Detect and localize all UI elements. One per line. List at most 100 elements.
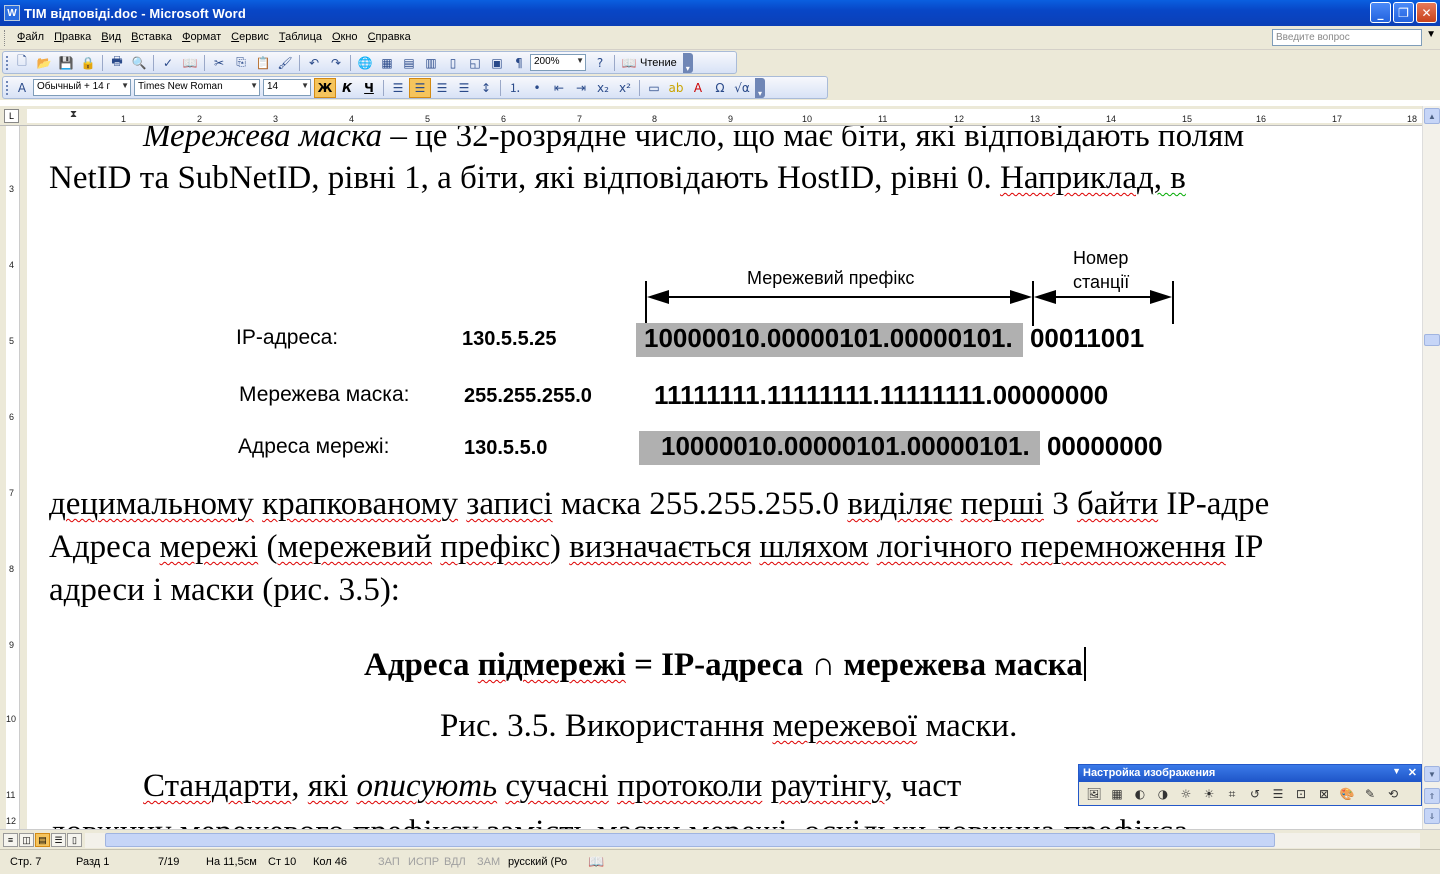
styles-pane-icon[interactable]: A [11, 78, 33, 98]
line-style-icon[interactable]: ☰ [1267, 784, 1289, 804]
superscript-icon[interactable]: x² [614, 78, 636, 98]
cut-icon[interactable]: ✂ [208, 53, 230, 73]
reading-layout-icon[interactable]: 📖 [618, 53, 640, 73]
toolbar-options-icon[interactable]: ▾ [682, 52, 693, 73]
paragraph-line[interactable]: Стандарти, які описують сучасні протокол… [143, 768, 961, 805]
paragraph-line[interactable]: довжину мережевого префіксу замість маск… [49, 814, 1188, 829]
ruler-strip[interactable]: ⧗ 1 2 3 4 5 6 7 8 9 10 11 12 13 14 15 16… [27, 109, 1422, 124]
spelling-status-icon[interactable]: 📖 [588, 854, 604, 870]
scroll-up-icon[interactable]: ▲ [1424, 108, 1440, 124]
align-center-icon[interactable]: ☰ [409, 77, 431, 98]
picture-toolbar-title[interactable]: Настройка изображения ▼ ✕ [1079, 765, 1421, 782]
color-icon[interactable]: ▦ [1106, 784, 1128, 804]
menu-table[interactable]: Таблица [274, 31, 327, 43]
save-icon[interactable]: 💾 [55, 53, 77, 73]
toolbar-options-icon[interactable]: ▾ [755, 77, 765, 98]
close-icon[interactable]: ✕ [1408, 766, 1417, 779]
undo-icon[interactable]: ↶ [303, 53, 325, 73]
status-at[interactable]: На 11,5см [206, 856, 257, 868]
paragraph-line[interactable]: децимальному крапкованому записі маска 2… [49, 486, 1269, 523]
horizontal-scroll-thumb[interactable] [105, 833, 1275, 847]
print-preview-icon[interactable]: 🔍 [128, 53, 150, 73]
font-size-select[interactable]: 14 ▼ [263, 79, 311, 96]
compress-pictures-icon[interactable]: ⊡ [1290, 784, 1312, 804]
menu-edit[interactable]: Правка [49, 31, 96, 43]
status-column[interactable]: Кол 46 [313, 856, 347, 868]
help-dropdown-icon[interactable]: ▼ [1426, 29, 1436, 40]
formula-line[interactable]: Адреса підмережі = IP-адреса ∩ мережева … [364, 647, 1086, 684]
status-record[interactable]: ЗАП [378, 856, 400, 868]
copy-icon[interactable]: ⎘ [230, 53, 252, 73]
rotate-left-icon[interactable]: ↺ [1244, 784, 1266, 804]
scroll-thumb[interactable] [1424, 334, 1440, 346]
more-brightness-icon[interactable]: ☼ [1175, 784, 1197, 804]
increase-indent-icon[interactable]: ⇥ [570, 78, 592, 98]
format-picture-icon[interactable]: 🎨 [1336, 784, 1358, 804]
equation-sqrt-icon[interactable]: √α [731, 78, 753, 98]
open-folder-icon[interactable]: 📂 [33, 53, 55, 73]
line-spacing-icon[interactable]: ↕ [475, 78, 497, 98]
format-painter-icon[interactable]: 🖌 [274, 53, 296, 73]
web-layout-icon[interactable]: ◫ [19, 833, 34, 847]
numbering-icon[interactable]: ⒈ [504, 78, 526, 98]
research-icon[interactable]: 📖 [179, 53, 201, 73]
insert-excel-icon[interactable]: ▥ [420, 53, 442, 73]
reset-picture-icon[interactable]: ⟲ [1382, 784, 1404, 804]
more-contrast-icon[interactable]: ◐ [1129, 784, 1151, 804]
menu-tools[interactable]: Сервис [226, 31, 274, 43]
vertical-scrollbar[interactable]: ▲ ▼ ⇑ ⇓ [1422, 106, 1440, 829]
font-color-icon[interactable]: A [687, 78, 709, 98]
normal-view-icon[interactable]: ≡ [3, 833, 18, 847]
align-right-icon[interactable]: ☰ [431, 78, 453, 98]
menu-view[interactable]: Вид [96, 31, 126, 43]
status-pages[interactable]: 7/19 [158, 856, 179, 868]
crop-icon[interactable]: ⌗ [1221, 784, 1243, 804]
horizontal-scrollbar[interactable] [85, 833, 1420, 848]
paragraph-line[interactable]: Адреса мережі (мережевий префікс) визнач… [49, 529, 1263, 566]
document-map-icon[interactable]: ▣ [486, 53, 508, 73]
underline-button[interactable]: Ч [358, 78, 380, 98]
reading-layout-icon[interactable]: ▯ [67, 833, 82, 847]
next-page-icon[interactable]: ⇓ [1424, 808, 1440, 824]
menu-insert[interactable]: Вставка [126, 31, 177, 43]
bullets-icon[interactable]: • [526, 78, 548, 98]
status-line[interactable]: Ст 10 [268, 856, 296, 868]
figure-caption[interactable]: Рис. 3.5. Використання мережевої маски. [440, 708, 1017, 745]
subscript-icon[interactable]: x₂ [592, 78, 614, 98]
menu-grip[interactable] [4, 30, 7, 46]
status-overtype[interactable]: ЗАМ [477, 856, 500, 868]
font-select[interactable]: Times New Roman ▼ [134, 79, 260, 96]
bold-button[interactable]: Ж [314, 77, 336, 98]
status-extend[interactable]: ВДЛ [444, 856, 466, 868]
text-wrapping-icon[interactable]: ⊠ [1313, 784, 1335, 804]
status-page[interactable]: Стр. 7 [10, 856, 41, 868]
toolbar-options-icon[interactable]: ▼ [1392, 766, 1401, 776]
permission-icon[interactable]: 🔒 [77, 53, 99, 73]
restore-button[interactable]: ❐ [1393, 2, 1414, 23]
menu-help[interactable]: Справка [363, 31, 416, 43]
symbol-omega-icon[interactable]: Ω [709, 78, 731, 98]
minimize-button[interactable]: _ [1370, 2, 1391, 23]
show-hide-pilcrow-icon[interactable]: ¶ [508, 53, 530, 73]
justify-icon[interactable]: ☰ [453, 78, 475, 98]
menu-file[interactable]: Файл [12, 31, 49, 43]
toolbar-grip[interactable] [6, 56, 8, 70]
previous-page-icon[interactable]: ⇑ [1424, 788, 1440, 804]
status-track-changes[interactable]: ИСПР [408, 856, 439, 868]
paste-icon[interactable]: 📋 [252, 53, 274, 73]
close-button[interactable]: ✕ [1416, 2, 1437, 23]
picture-toolbar[interactable]: Настройка изображения ▼ ✕ 🖼 ▦ ◐ ◑ ☼ ☀ ⌗ … [1078, 764, 1422, 806]
toolbar-grip[interactable] [6, 81, 8, 95]
zoom-select[interactable]: 200% ▼ [530, 54, 586, 71]
indent-marker-icon[interactable]: ⧗ [70, 109, 77, 120]
document-page[interactable]: Мережева маска – це 32-розрядне число, щ… [27, 126, 1422, 829]
print-layout-icon[interactable]: ▤ [35, 833, 50, 847]
columns-icon[interactable]: ▯ [442, 53, 464, 73]
hyperlink-icon[interactable]: 🌐 [354, 53, 376, 73]
set-transparent-color-icon[interactable]: ✎ [1359, 784, 1381, 804]
status-language[interactable]: русский (Ро [508, 856, 567, 868]
menu-format[interactable]: Формат [177, 31, 226, 43]
highlight-icon[interactable]: ab [665, 78, 687, 98]
redo-icon[interactable]: ↷ [325, 53, 347, 73]
menu-window[interactable]: Окно [327, 31, 363, 43]
